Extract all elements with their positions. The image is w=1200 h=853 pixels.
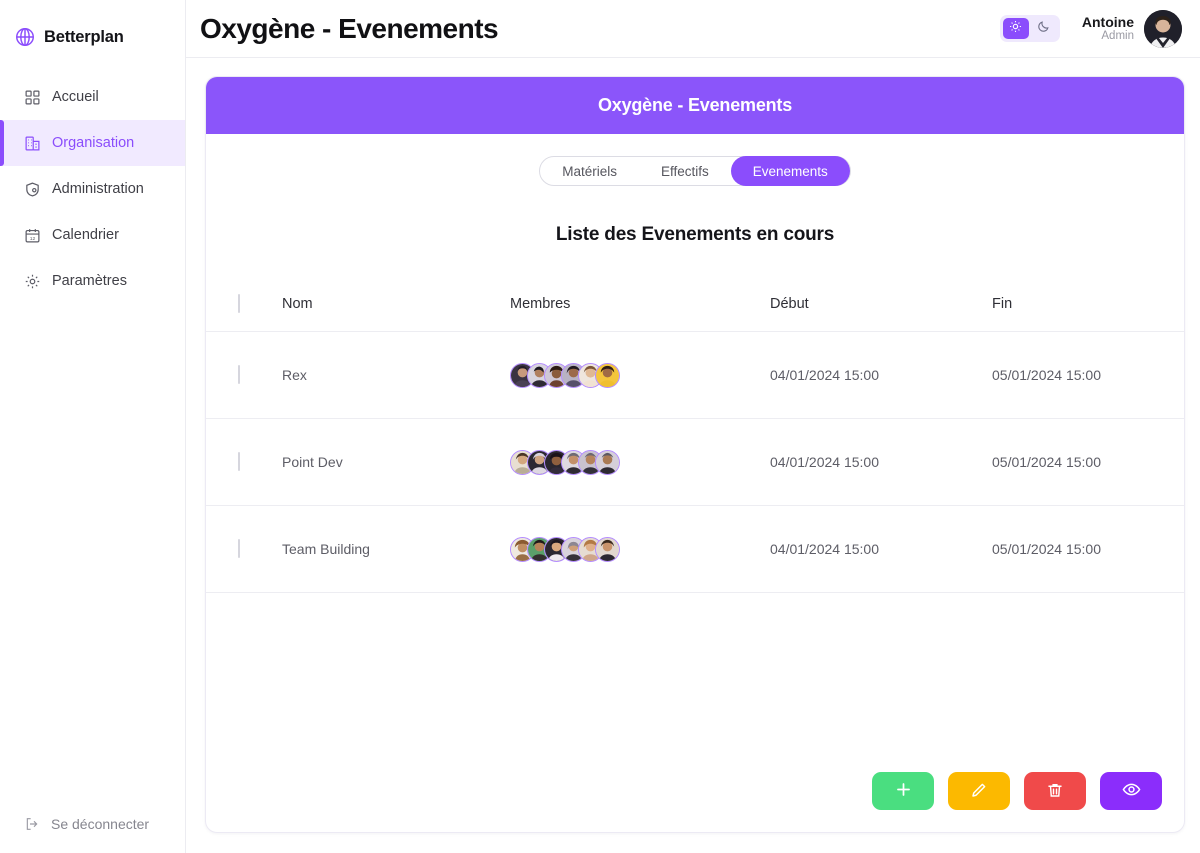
events-table: Nom Membres Début Fin Rex 04/01/2024 15:… xyxy=(206,276,1184,593)
brand-name: Betterplan xyxy=(44,27,124,46)
betterplan-globe-icon xyxy=(14,26,36,48)
card-body: Matériels Effectifs Evenements Liste des… xyxy=(206,134,1184,832)
row-checkbox[interactable] xyxy=(238,452,240,471)
table-row[interactable]: Team Building 04/01/2024 15:00 05/01/202… xyxy=(206,506,1184,593)
table-header-row: Nom Membres Début Fin xyxy=(206,276,1184,332)
sidebar-item-organisation[interactable]: Organisation xyxy=(0,120,185,166)
cell-nom: Team Building xyxy=(282,541,370,557)
events-card: Oxygène - Evenements Matériels Effectifs… xyxy=(205,76,1185,833)
sidebar-item-label: Organisation xyxy=(52,135,135,151)
list-title: Liste des Evenements en cours xyxy=(555,224,835,245)
tab-evenements[interactable]: Evenements xyxy=(730,156,850,186)
member-avatar xyxy=(595,536,620,562)
sidebar-item-label: Administration xyxy=(52,181,144,197)
theme-light-button[interactable] xyxy=(1002,18,1029,39)
member-avatar xyxy=(595,449,620,475)
avatar-stack[interactable] xyxy=(510,536,770,562)
cell-debut: 04/01/2024 15:00 xyxy=(770,454,879,470)
avatar-stack[interactable] xyxy=(510,449,770,475)
row-select-cell xyxy=(238,365,282,384)
cell-membres xyxy=(510,536,770,562)
brand: Betterplan xyxy=(0,0,185,58)
theme-toggle[interactable] xyxy=(999,15,1060,42)
row-select-cell xyxy=(238,539,282,558)
trash-icon xyxy=(1046,781,1064,802)
sidebar-item-administration[interactable]: Administration xyxy=(0,166,185,212)
cell-fin: 05/01/2024 15:00 xyxy=(992,454,1101,470)
user-role: Admin xyxy=(1101,29,1134,42)
cell-debut: 04/01/2024 15:00 xyxy=(770,541,879,557)
eye-icon xyxy=(1122,780,1141,802)
shield-user-icon xyxy=(24,181,41,198)
column-header-fin: Fin xyxy=(992,295,1013,312)
sidebar-nav: Accueil Organisation Administration 12 C… xyxy=(0,74,185,304)
view-button[interactable] xyxy=(1100,772,1162,810)
cell-membres xyxy=(510,362,770,388)
sidebar-item-parametres[interactable]: Paramètres xyxy=(0,258,185,304)
sidebar-item-label: Paramètres xyxy=(52,273,127,289)
user-block[interactable]: Antoine Admin xyxy=(1082,9,1182,48)
content-area: Oxygène - Evenements Matériels Effectifs… xyxy=(186,58,1200,853)
select-all-checkbox[interactable] xyxy=(238,293,240,313)
building-icon xyxy=(24,135,41,152)
column-header-membres: Membres xyxy=(510,295,571,312)
column-header-nom: Nom xyxy=(282,295,313,312)
row-select-cell xyxy=(238,452,282,471)
select-all-cell xyxy=(238,293,282,313)
sidebar-item-label: Accueil xyxy=(52,89,99,105)
main-area: Oxygène - Evenements Antoine Admin Oxygè… xyxy=(186,0,1200,853)
sidebar-item-accueil[interactable]: Accueil xyxy=(0,74,185,120)
cell-nom: Rex xyxy=(282,367,307,383)
sidebar: Betterplan Accueil Organisation Administ… xyxy=(0,0,186,853)
card-banner: Oxygène - Evenements xyxy=(206,77,1184,134)
logout-label: Se déconnecter xyxy=(51,816,150,832)
cell-fin: 05/01/2024 15:00 xyxy=(992,367,1101,383)
sidebar-item-label: Calendrier xyxy=(52,227,119,243)
action-buttons xyxy=(872,772,1162,810)
table-row[interactable]: Point Dev 04/01/2024 15:00 05/01/2024 15… xyxy=(206,419,1184,506)
theme-dark-button[interactable] xyxy=(1031,18,1057,39)
user-text: Antoine Admin xyxy=(1082,14,1134,43)
delete-button[interactable] xyxy=(1024,772,1086,810)
edit-button[interactable] xyxy=(948,772,1010,810)
pencil-icon xyxy=(970,781,988,802)
table-row[interactable]: Rex 04/01/2024 15:00 05/01/2024 15:00 xyxy=(206,332,1184,419)
sidebar-item-calendrier[interactable]: 12 Calendrier xyxy=(0,212,185,258)
tab-materiels[interactable]: Matériels xyxy=(540,156,639,186)
moon-icon xyxy=(1037,20,1050,38)
grid-icon xyxy=(24,89,41,106)
plus-icon xyxy=(894,780,913,802)
cell-fin: 05/01/2024 15:00 xyxy=(992,541,1101,557)
cell-membres xyxy=(510,449,770,475)
tabs-wrapper: Matériels Effectifs Evenements xyxy=(206,134,1184,186)
tab-group: Matériels Effectifs Evenements xyxy=(539,156,851,186)
row-checkbox[interactable] xyxy=(238,365,240,384)
calendar-icon: 12 xyxy=(24,227,41,244)
cell-nom: Point Dev xyxy=(282,454,343,470)
cell-debut: 04/01/2024 15:00 xyxy=(770,367,879,383)
column-header-debut: Début xyxy=(770,295,809,312)
logout-icon xyxy=(24,816,40,832)
svg-text:12: 12 xyxy=(30,235,36,241)
avatar[interactable] xyxy=(1144,9,1182,48)
member-avatar xyxy=(595,362,620,388)
logout-button[interactable]: Se déconnecter xyxy=(0,801,185,847)
avatar-stack[interactable] xyxy=(510,362,770,388)
page-title: Oxygène - Evenements xyxy=(200,12,499,44)
app-root: Betterplan Accueil Organisation Administ… xyxy=(0,0,1200,853)
topbar: Oxygène - Evenements Antoine Admin xyxy=(186,0,1200,58)
gear-icon xyxy=(24,273,41,290)
add-button[interactable] xyxy=(872,772,934,810)
row-checkbox[interactable] xyxy=(238,539,240,558)
sun-icon xyxy=(1009,20,1022,38)
user-name: Antoine xyxy=(1081,13,1134,30)
tab-effectifs[interactable]: Effectifs xyxy=(639,156,731,186)
